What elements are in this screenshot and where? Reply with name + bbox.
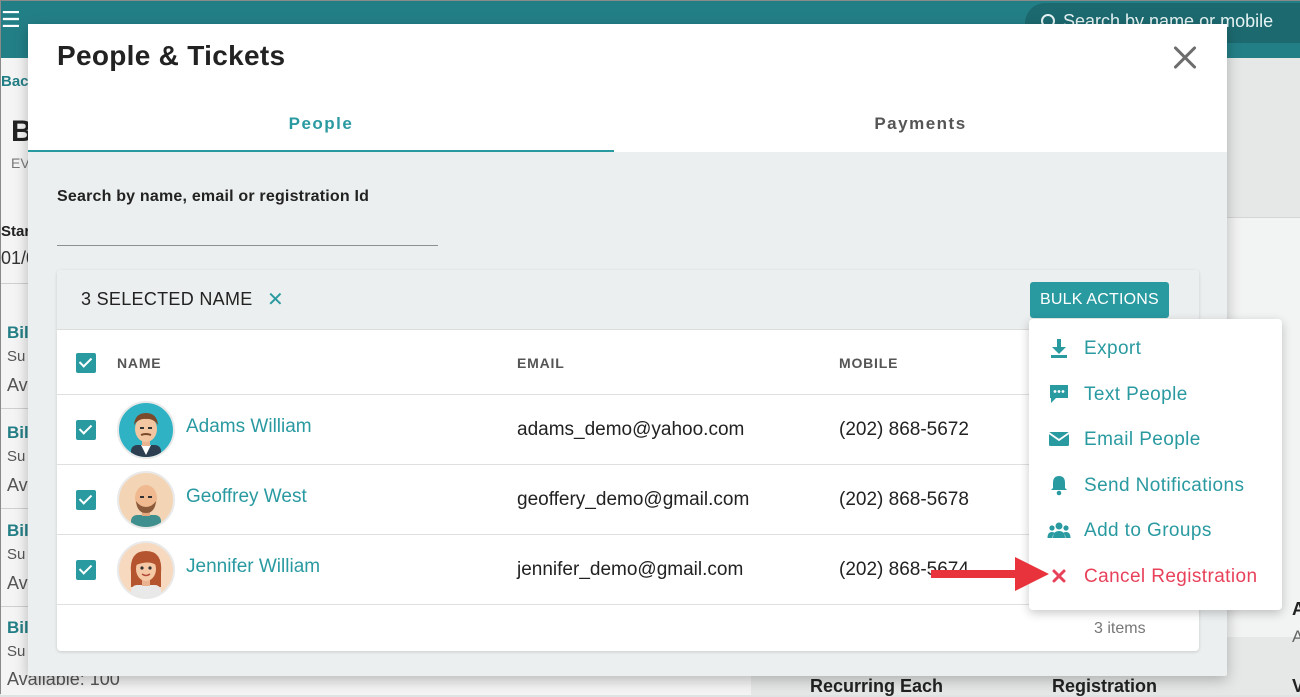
row-checkbox[interactable]: [76, 490, 96, 510]
person-email: geoffery_demo@gmail.com: [517, 489, 750, 510]
bell-icon: [1051, 476, 1067, 496]
download-icon: [1051, 339, 1067, 358]
avatar: [117, 401, 175, 459]
people-table-card: 3 SELECTED NAME ✕ BULK ACTIONS NAME EMAI…: [57, 270, 1199, 651]
menu-item-label: Send Notifications: [1084, 475, 1245, 496]
avatar: [117, 471, 175, 529]
menu-item-email-people[interactable]: Email People: [1029, 418, 1282, 462]
bulk-actions-menu: Export Text People Email People Send Not…: [1029, 319, 1282, 610]
clear-selection-icon[interactable]: ✕: [267, 287, 284, 312]
menu-item-label: Add to Groups: [1084, 520, 1212, 541]
chat-icon: [1050, 385, 1068, 403]
menu-item-send-notifications[interactable]: Send Notifications: [1029, 464, 1282, 508]
table-row[interactable]: Adams William adams_demo@yahoo.com (202)…: [57, 395, 1199, 465]
bg-list-item-sub: Su: [7, 546, 26, 563]
tab-payments[interactable]: Payments: [614, 102, 1227, 152]
column-header-email[interactable]: EMAIL: [517, 355, 565, 371]
row-checkbox[interactable]: [76, 420, 96, 440]
bg-side-value: A: [1292, 627, 1300, 646]
person-mobile: (202) 868-5672: [839, 419, 969, 440]
bg-list-item-title[interactable]: Bil: [7, 521, 29, 541]
person-email: adams_demo@yahoo.com: [517, 419, 745, 440]
bg-side-label: A: [1292, 599, 1300, 619]
search-input[interactable]: [57, 214, 438, 246]
item-count: 3 items: [1094, 620, 1146, 637]
annotation-arrow-icon: [931, 557, 1049, 591]
table-row[interactable]: Geoffrey West geoffery_demo@gmail.com (2…: [57, 465, 1199, 535]
person-avatar-icon: [130, 551, 162, 597]
column-header-name[interactable]: NAME: [117, 355, 161, 371]
bulk-actions-button[interactable]: BULK ACTIONS: [1030, 282, 1169, 318]
bg-list-item-title[interactable]: Bil: [7, 423, 29, 443]
selected-count: 3 SELECTED NAME: [81, 289, 253, 309]
person-name-link[interactable]: Adams William: [186, 416, 312, 438]
bg-divider: [1, 508, 28, 509]
tab-people[interactable]: People: [28, 102, 614, 152]
bg-list-item-avail: Av: [7, 475, 28, 495]
bg-list-item-sub: Su: [7, 348, 26, 365]
close-icon[interactable]: [1168, 40, 1204, 76]
bg-list-item-title[interactable]: Bil: [7, 323, 29, 343]
bg-list-item-avail: Av: [7, 375, 28, 395]
hamburger-menu-icon[interactable]: ☰: [1, 9, 21, 31]
selection-bar: 3 SELECTED NAME ✕ BULK ACTIONS: [57, 270, 1199, 330]
menu-item-export[interactable]: Export: [1029, 327, 1282, 371]
menu-item-label: Export: [1084, 338, 1142, 359]
person-name-link[interactable]: Geoffrey West: [186, 486, 307, 508]
menu-item-label: Cancel Registration: [1084, 566, 1258, 587]
bg-divider: [1, 283, 28, 284]
modal-header: People & Tickets People Payments: [28, 24, 1227, 152]
person-avatar-icon: [131, 413, 161, 457]
search-label: Search by name, email or registration Id: [57, 188, 370, 205]
menu-item-cancel-registration[interactable]: Cancel Registration: [1029, 555, 1282, 599]
bg-start-label: Star: [1, 223, 31, 240]
modal-title: People & Tickets: [57, 40, 286, 71]
bg-list-item-sub: Su: [7, 643, 26, 660]
menu-item-text-people[interactable]: Text People: [1029, 373, 1282, 417]
column-header-mobile[interactable]: MOBILE: [839, 355, 898, 371]
bg-page-subtitle: EV: [11, 155, 30, 171]
menu-item-label: Email People: [1084, 429, 1201, 450]
bg-divider: [1, 408, 28, 409]
bg-list-item-sub: Su: [7, 448, 26, 465]
menu-item-label: Text People: [1084, 384, 1188, 405]
person-name-link[interactable]: Jennifer William: [186, 556, 320, 578]
group-icon: [1047, 522, 1071, 538]
row-checkbox[interactable]: [76, 560, 96, 580]
select-all-checkbox[interactable]: [76, 353, 96, 373]
bg-list-item-title[interactable]: Bil: [7, 618, 29, 638]
person-email: jennifer_demo@gmail.com: [517, 559, 744, 580]
person-mobile: (202) 868-5678: [839, 489, 969, 510]
person-avatar-icon: [131, 485, 161, 527]
avatar: [117, 541, 175, 599]
table-header: NAME EMAIL MOBILE: [57, 331, 1199, 395]
menu-item-add-to-groups[interactable]: Add to Groups: [1029, 509, 1282, 553]
bg-divider: [1, 606, 28, 607]
bg-list-item-avail: Av: [7, 573, 28, 593]
envelope-icon: [1048, 432, 1070, 446]
